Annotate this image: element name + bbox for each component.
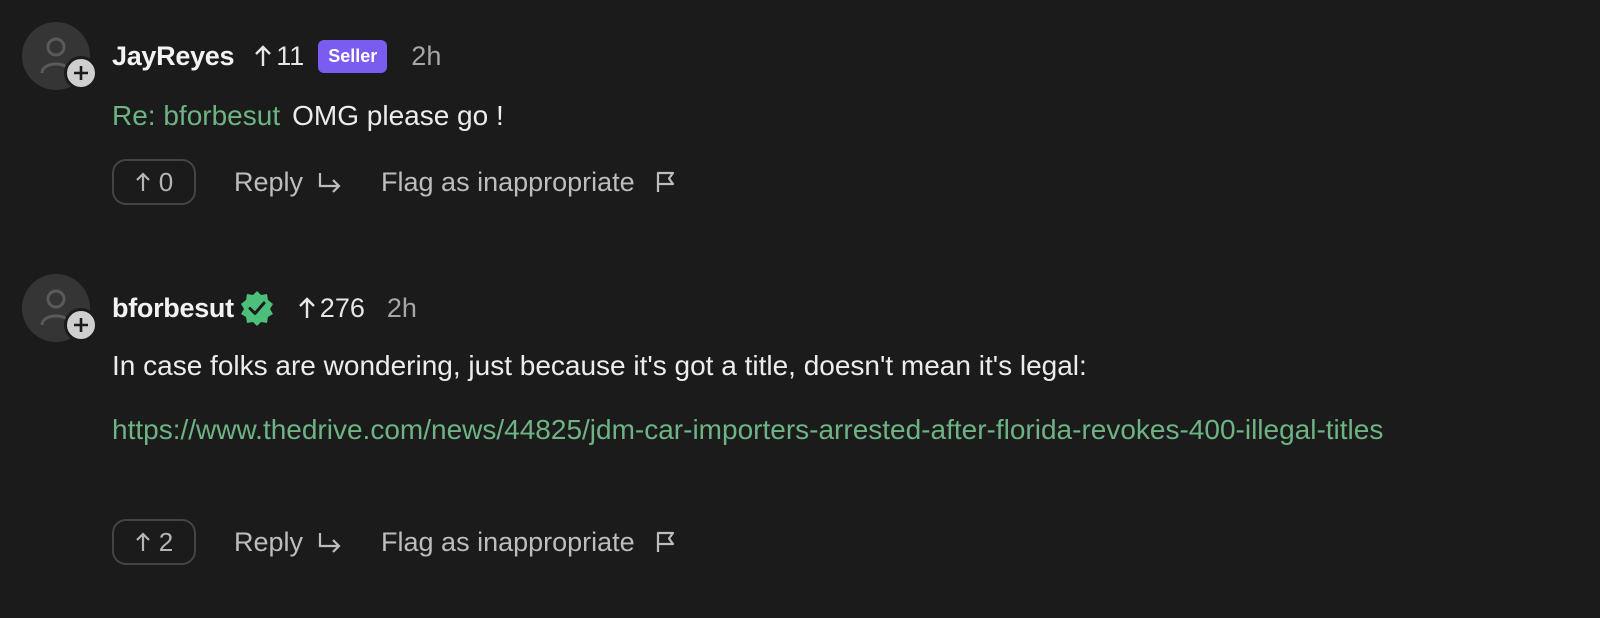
plus-icon — [74, 66, 88, 80]
user-score: 11 — [254, 41, 304, 72]
comment-text: In case folks are wondering, just becaus… — [112, 350, 1087, 381]
user-score-value: 11 — [276, 40, 305, 71]
verified-icon — [238, 289, 276, 327]
username[interactable]: JayReyes — [112, 41, 235, 72]
upvote-button[interactable]: 0 — [112, 159, 196, 205]
upvote-count: 2 — [158, 526, 174, 557]
reply-label: Reply — [234, 166, 304, 197]
reply-button[interactable]: Reply — [234, 167, 343, 198]
reply-button[interactable]: Reply — [234, 527, 343, 558]
arrow-up-icon — [255, 45, 272, 66]
username[interactable]: bforbesut — [112, 293, 234, 324]
comment-actions: 0 Reply Flag as inappropriate — [112, 158, 677, 206]
comment: bforbesut 276 2h In case folks are wonde… — [0, 262, 1600, 602]
comment-body: Re: bforbesut OMG please go ! — [112, 96, 1572, 136]
follow-button[interactable] — [64, 308, 98, 342]
upvote-count: 0 — [158, 166, 174, 197]
seller-badge: Seller — [318, 39, 388, 73]
follow-button[interactable] — [64, 56, 98, 90]
arrow-up-icon — [135, 172, 150, 191]
flag-label: Flag as inappropriate — [381, 526, 635, 557]
comment: JayReyes 11 Seller 2h Re: bforbesut OMG p… — [0, 0, 1600, 240]
flag-icon — [656, 531, 674, 552]
comment-header: JayReyes 11 Seller 2h — [112, 36, 441, 76]
arrow-up-icon — [135, 532, 150, 551]
flag-label: Flag as inappropriate — [381, 166, 635, 197]
article-link[interactable]: https://www.thedrive.com/news/44825/jdm-… — [112, 408, 1582, 452]
reply-arrow-icon — [318, 533, 341, 553]
flag-button[interactable]: Flag as inappropriate — [381, 167, 677, 198]
flag-button[interactable]: Flag as inappropriate — [381, 527, 677, 558]
comment-text: OMG please go ! — [292, 100, 504, 131]
timestamp: 2h — [386, 292, 417, 323]
arrow-up-icon — [298, 297, 315, 318]
reply-label: Reply — [234, 526, 304, 557]
flag-icon — [656, 171, 674, 192]
reply-to-link[interactable]: Re: bforbesut — [112, 100, 280, 131]
user-score-value: 276 — [319, 292, 365, 323]
upvote-button[interactable]: 2 — [112, 519, 196, 565]
comment-header: bforbesut 276 2h — [112, 288, 417, 328]
comment-actions: 2 Reply Flag as inappropriate — [112, 518, 677, 566]
timestamp: 2h — [411, 40, 442, 71]
reply-arrow-icon — [318, 173, 341, 193]
plus-icon — [74, 318, 88, 332]
user-score: 276 — [298, 293, 365, 324]
